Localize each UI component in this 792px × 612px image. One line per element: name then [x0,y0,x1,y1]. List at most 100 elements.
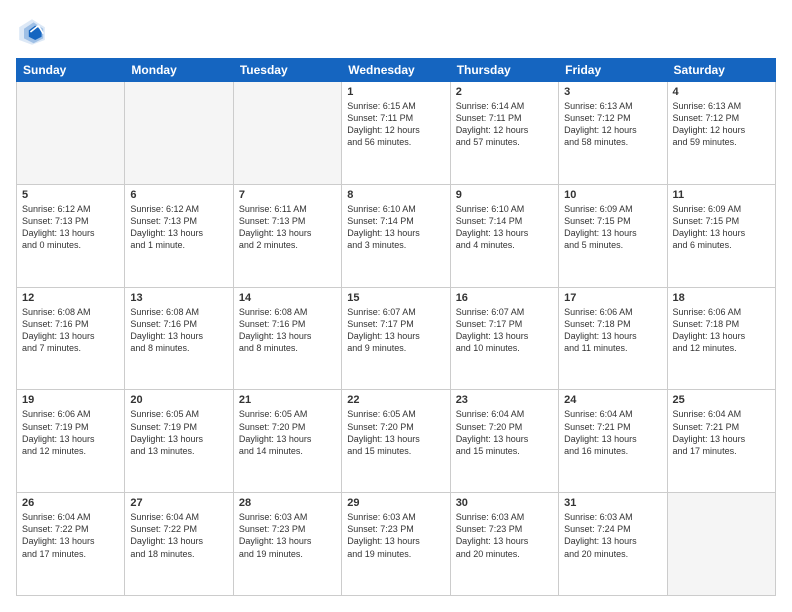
weekday-header-friday: Friday [559,59,667,82]
cell-info: Sunrise: 6:04 AM Sunset: 7:21 PM Dayligh… [673,408,770,457]
cell-info: Sunrise: 6:12 AM Sunset: 7:13 PM Dayligh… [22,203,119,252]
cell-info: Sunrise: 6:14 AM Sunset: 7:11 PM Dayligh… [456,100,553,149]
cell-info: Sunrise: 6:07 AM Sunset: 7:17 PM Dayligh… [456,306,553,355]
day-number: 11 [673,189,770,201]
calendar-cell: 14Sunrise: 6:08 AM Sunset: 7:16 PM Dayli… [233,287,341,390]
calendar-cell: 30 Sunrise: 6:03 AM Sunset: 7:23 PM Dayli… [450,493,558,596]
calendar-cell: 3 Sunrise: 6:13 AM Sunset: 7:12 PM Daylig… [559,82,667,185]
cell-info: Sunrise: 6:10 AM Sunset: 7:14 PM Dayligh… [347,203,444,252]
cell-info: Sunrise: 6:06 AM Sunset: 7:18 PM Dayligh… [564,306,661,355]
calendar-cell: 31 Sunrise: 6:03 AM Sunset: 7:24 PM Dayli… [559,493,667,596]
day-number: 30 [456,497,553,509]
logo [16,16,52,48]
week-row-3: 12 Sunrise: 6:08 AM Sunset: 7:16 PM Dayli… [17,287,776,390]
day-number: 3 [564,86,661,98]
weekday-header-monday: Monday [125,59,233,82]
cell-info: Sunrise: 6:13 AM Sunset: 7:12 PM Dayligh… [673,100,770,149]
week-row-1: 1 Sunrise: 6:15 AM Sunset: 7:11 PM Daylig… [17,82,776,185]
cell-info: Sunrise: 6:08 AM Sunset: 7:16 PM Dayligh… [22,306,119,355]
calendar-cell: 12 Sunrise: 6:08 AM Sunset: 7:16 PM Dayli… [17,287,125,390]
calendar-cell: 25 Sunrise: 6:04 AM Sunset: 7:21 PM Dayli… [667,390,775,493]
calendar-cell [17,82,125,185]
calendar-cell: 10 Sunrise: 6:09 AM Sunset: 7:15 PM Dayli… [559,184,667,287]
day-number: 29 [347,497,444,509]
day-number: 19 [22,394,119,406]
weekday-header-sunday: Sunday [17,59,125,82]
cell-info: Sunrise: 6:06 AM Sunset: 7:19 PM Dayligh… [22,408,119,457]
week-row-5: 26 Sunrise: 6:04 AM Sunset: 7:22 PM Dayli… [17,493,776,596]
cell-info: Sunrise: 6:09 AM Sunset: 7:15 PM Dayligh… [564,203,661,252]
day-number: 27 [130,497,227,509]
day-number: 15 [347,292,444,304]
calendar-cell: 21Sunrise: 6:05 AM Sunset: 7:20 PM Dayli… [233,390,341,493]
day-number: 14 [239,292,336,304]
logo-icon [16,16,48,48]
calendar-cell: 28Sunrise: 6:03 AM Sunset: 7:23 PM Dayli… [233,493,341,596]
cell-info: Sunrise: 6:07 AM Sunset: 7:17 PM Dayligh… [347,306,444,355]
calendar-cell [233,82,341,185]
day-number: 17 [564,292,661,304]
day-number: 1 [347,86,444,98]
calendar-cell: 16 Sunrise: 6:07 AM Sunset: 7:17 PM Dayli… [450,287,558,390]
cell-info: Sunrise: 6:03 AM Sunset: 7:23 PM Dayligh… [239,511,336,560]
day-number: 8 [347,189,444,201]
calendar-cell: 15 Sunrise: 6:07 AM Sunset: 7:17 PM Dayli… [342,287,450,390]
cell-info: Sunrise: 6:03 AM Sunset: 7:23 PM Dayligh… [347,511,444,560]
day-number: 10 [564,189,661,201]
day-number: 16 [456,292,553,304]
cell-info: Sunrise: 6:10 AM Sunset: 7:14 PM Dayligh… [456,203,553,252]
weekday-header-saturday: Saturday [667,59,775,82]
day-number: 22 [347,394,444,406]
page: SundayMondayTuesdayWednesdayThursdayFrid… [0,0,792,612]
calendar-cell [667,493,775,596]
calendar-cell: 19 Sunrise: 6:06 AM Sunset: 7:19 PM Dayli… [17,390,125,493]
calendar-cell: 18Sunrise: 6:06 AM Sunset: 7:18 PM Dayli… [667,287,775,390]
weekday-header-row: SundayMondayTuesdayWednesdayThursdayFrid… [17,59,776,82]
calendar-cell: 4 Sunrise: 6:13 AM Sunset: 7:12 PM Daylig… [667,82,775,185]
calendar-cell: 6Sunrise: 6:12 AM Sunset: 7:13 PM Daylig… [125,184,233,287]
calendar-cell: 9 Sunrise: 6:10 AM Sunset: 7:14 PM Daylig… [450,184,558,287]
calendar-cell: 24Sunrise: 6:04 AM Sunset: 7:21 PM Dayli… [559,390,667,493]
weekday-header-tuesday: Tuesday [233,59,341,82]
cell-info: Sunrise: 6:05 AM Sunset: 7:19 PM Dayligh… [130,408,227,457]
day-number: 6 [130,189,227,201]
cell-info: Sunrise: 6:13 AM Sunset: 7:12 PM Dayligh… [564,100,661,149]
calendar-cell: 17 Sunrise: 6:06 AM Sunset: 7:18 PM Dayli… [559,287,667,390]
calendar-cell: 11 Sunrise: 6:09 AM Sunset: 7:15 PM Dayli… [667,184,775,287]
cell-info: Sunrise: 6:09 AM Sunset: 7:15 PM Dayligh… [673,203,770,252]
cell-info: Sunrise: 6:05 AM Sunset: 7:20 PM Dayligh… [347,408,444,457]
day-number: 2 [456,86,553,98]
day-number: 9 [456,189,553,201]
day-number: 12 [22,292,119,304]
calendar-cell: 20 Sunrise: 6:05 AM Sunset: 7:19 PM Dayli… [125,390,233,493]
calendar-cell: 13Sunrise: 6:08 AM Sunset: 7:16 PM Dayli… [125,287,233,390]
weekday-header-thursday: Thursday [450,59,558,82]
cell-info: Sunrise: 6:04 AM Sunset: 7:22 PM Dayligh… [130,511,227,560]
day-number: 18 [673,292,770,304]
calendar-cell: 5Sunrise: 6:12 AM Sunset: 7:13 PM Daylig… [17,184,125,287]
calendar-cell: 23Sunrise: 6:04 AM Sunset: 7:20 PM Dayli… [450,390,558,493]
cell-info: Sunrise: 6:03 AM Sunset: 7:24 PM Dayligh… [564,511,661,560]
day-number: 7 [239,189,336,201]
day-number: 25 [673,394,770,406]
calendar-cell: 2 Sunrise: 6:14 AM Sunset: 7:11 PM Daylig… [450,82,558,185]
cell-info: Sunrise: 6:11 AM Sunset: 7:13 PM Dayligh… [239,203,336,252]
calendar-cell: 7 Sunrise: 6:11 AM Sunset: 7:13 PM Daylig… [233,184,341,287]
day-number: 31 [564,497,661,509]
week-row-4: 19 Sunrise: 6:06 AM Sunset: 7:19 PM Dayli… [17,390,776,493]
calendar-cell [125,82,233,185]
day-number: 13 [130,292,227,304]
day-number: 24 [564,394,661,406]
day-number: 23 [456,394,553,406]
calendar-cell: 1 Sunrise: 6:15 AM Sunset: 7:11 PM Daylig… [342,82,450,185]
calendar-cell: 27 Sunrise: 6:04 AM Sunset: 7:22 PM Dayli… [125,493,233,596]
weekday-header-wednesday: Wednesday [342,59,450,82]
cell-info: Sunrise: 6:04 AM Sunset: 7:22 PM Dayligh… [22,511,119,560]
day-number: 26 [22,497,119,509]
calendar-cell: 26 Sunrise: 6:04 AM Sunset: 7:22 PM Dayli… [17,493,125,596]
day-number: 20 [130,394,227,406]
cell-info: Sunrise: 6:03 AM Sunset: 7:23 PM Dayligh… [456,511,553,560]
cell-info: Sunrise: 6:15 AM Sunset: 7:11 PM Dayligh… [347,100,444,149]
day-number: 4 [673,86,770,98]
calendar-cell: 8 Sunrise: 6:10 AM Sunset: 7:14 PM Daylig… [342,184,450,287]
